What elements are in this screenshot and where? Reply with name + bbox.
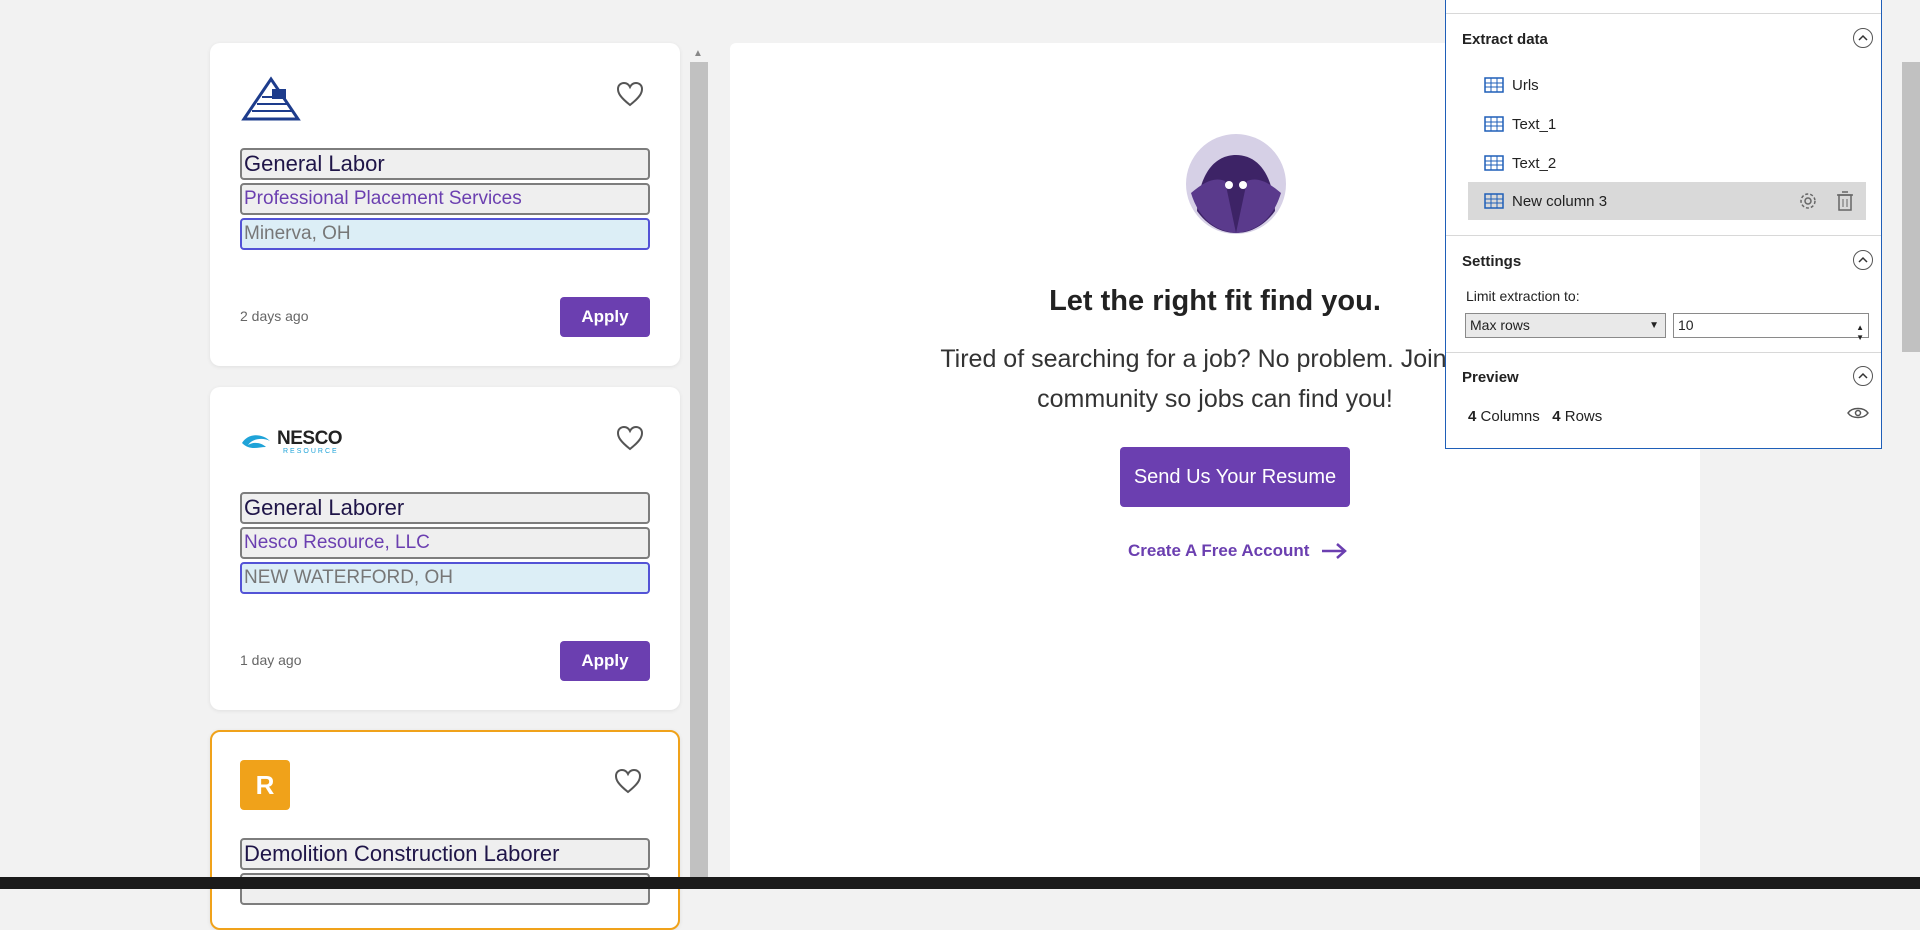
column-item-new-column-3[interactable]: New column 3 bbox=[1468, 182, 1866, 220]
chevron-down-icon: ▼ bbox=[1649, 320, 1659, 331]
preview-rows-count: 4 bbox=[1552, 408, 1561, 425]
posted-date: 2 days ago bbox=[240, 308, 309, 324]
column-item-text-2[interactable]: Text_2 bbox=[1468, 144, 1866, 182]
preview-columns-label: Columns bbox=[1480, 408, 1540, 425]
settings-heading: Settings bbox=[1462, 253, 1522, 270]
limit-value: 10 bbox=[1678, 317, 1694, 333]
send-resume-button[interactable]: Send Us Your Resume bbox=[1120, 447, 1350, 507]
heart-icon[interactable] bbox=[616, 81, 644, 107]
job-title[interactable]: General Labor bbox=[240, 148, 650, 180]
preview-stats: 4 Columns 4 Rows bbox=[1468, 408, 1602, 425]
company-logo bbox=[241, 76, 301, 121]
create-account-link[interactable]: Create A Free Account bbox=[1128, 541, 1348, 561]
job-title[interactable]: Demolition Construction Laborer bbox=[240, 838, 650, 870]
job-location[interactable]: NEW WATERFORD, OH bbox=[240, 562, 650, 594]
trash-icon[interactable] bbox=[1836, 191, 1854, 211]
job-title[interactable]: General Laborer bbox=[240, 492, 650, 524]
column-label: Text_2 bbox=[1512, 154, 1557, 172]
table-column-icon bbox=[1484, 193, 1504, 209]
column-label: Urls bbox=[1512, 76, 1539, 94]
logo-subtext: RESOURCE bbox=[283, 448, 339, 455]
mascot-icon bbox=[1186, 134, 1286, 234]
logo-text: NESCO bbox=[277, 428, 343, 449]
limit-value-stepper[interactable]: 10 ▲ ▼ bbox=[1673, 313, 1869, 342]
preview-rows-label: Rows bbox=[1564, 408, 1603, 425]
preview-columns-count: 4 bbox=[1468, 408, 1477, 425]
arrow-right-icon bbox=[1322, 543, 1348, 559]
limit-extraction-label: Limit extraction to: bbox=[1466, 288, 1580, 304]
limit-mode-value: Max rows bbox=[1470, 317, 1530, 333]
logo-letter: R bbox=[255, 769, 275, 800]
heart-icon[interactable] bbox=[614, 768, 642, 794]
table-column-icon bbox=[1484, 116, 1504, 132]
job-card[interactable]: NESCO RESOURCE General Laborer Nesco Res… bbox=[210, 387, 680, 710]
column-item-urls[interactable]: Urls bbox=[1468, 66, 1866, 104]
heart-icon[interactable] bbox=[616, 425, 644, 451]
list-scrollbar[interactable] bbox=[690, 62, 708, 889]
column-item-text-1[interactable]: Text_1 bbox=[1468, 105, 1866, 143]
job-card[interactable]: General Labor Professional Placement Ser… bbox=[210, 43, 680, 366]
column-label: Text_1 bbox=[1512, 115, 1557, 133]
collapse-settings-icon[interactable] bbox=[1853, 250, 1873, 270]
preview-heading: Preview bbox=[1462, 369, 1519, 386]
job-location[interactable]: Minerva, OH bbox=[240, 218, 650, 250]
company-name[interactable]: Nesco Resource, LLC bbox=[240, 527, 650, 559]
table-column-icon bbox=[1484, 155, 1504, 171]
stepper-down-icon[interactable]: ▼ bbox=[1856, 326, 1864, 349]
extract-data-heading: Extract data bbox=[1462, 31, 1548, 48]
create-account-label: Create A Free Account bbox=[1128, 541, 1310, 560]
wave-icon bbox=[242, 435, 270, 448]
extract-data-panel: Extract data Urls Text_1 Text_2 New colu… bbox=[1445, 0, 1882, 449]
scroll-up-arrow[interactable]: ▲ bbox=[693, 48, 703, 59]
job-card-selected[interactable]: R Demolition Construction Laborer bbox=[210, 730, 680, 930]
apply-button[interactable]: Apply bbox=[560, 297, 650, 337]
collapse-extract-icon[interactable] bbox=[1853, 28, 1873, 48]
eye-icon[interactable] bbox=[1847, 406, 1869, 420]
table-column-icon bbox=[1484, 77, 1504, 93]
taskbar bbox=[0, 877, 1920, 889]
company-logo: NESCO RESOURCE bbox=[240, 428, 343, 455]
apply-button[interactable]: Apply bbox=[560, 641, 650, 681]
posted-date: 1 day ago bbox=[240, 652, 302, 668]
company-name[interactable]: Professional Placement Services bbox=[240, 183, 650, 215]
gear-icon[interactable] bbox=[1798, 191, 1818, 211]
collapse-preview-icon[interactable] bbox=[1853, 366, 1873, 386]
column-label: New column 3 bbox=[1512, 192, 1608, 210]
company-logo: R bbox=[240, 760, 290, 810]
page-scrollbar[interactable] bbox=[1902, 62, 1920, 352]
promo-subtext: Tired of searching for a job? No problem… bbox=[940, 345, 1490, 413]
limit-mode-select[interactable]: Max rows ▼ bbox=[1465, 313, 1666, 338]
